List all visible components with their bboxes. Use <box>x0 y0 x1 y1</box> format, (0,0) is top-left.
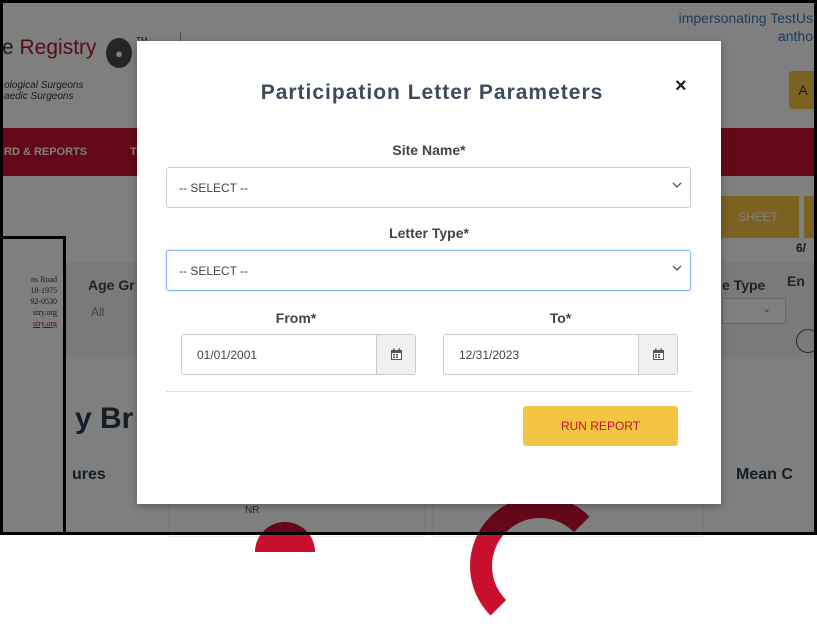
calendar-icon[interactable] <box>376 335 415 374</box>
calendar-icon[interactable] <box>638 335 677 374</box>
close-icon[interactable]: × <box>675 75 687 98</box>
run-report-button[interactable]: RUN REPORT <box>523 406 678 446</box>
from-label: From* <box>275 310 317 326</box>
modal-divider <box>166 391 691 392</box>
site-name-label: Site Name* <box>392 142 466 158</box>
chevron-down-icon <box>672 182 682 188</box>
to-date-value[interactable]: 12/31/2023 <box>444 335 638 374</box>
modal-title: Participation Letter Parameters <box>260 81 604 104</box>
to-label: To* <box>549 310 572 326</box>
to-date-field[interactable]: 12/31/2023 <box>443 334 678 375</box>
chevron-down-icon <box>672 265 682 271</box>
from-date-value[interactable]: 01/01/2001 <box>182 335 376 374</box>
site-name-select[interactable]: -- SELECT -- <box>166 167 691 208</box>
from-date-field[interactable]: 01/01/2001 <box>181 334 416 375</box>
participation-letter-modal: Participation Letter Parameters × Site N… <box>137 41 721 504</box>
letter-type-label: Letter Type* <box>389 225 469 241</box>
letter-type-select[interactable]: -- SELECT -- <box>166 250 691 291</box>
